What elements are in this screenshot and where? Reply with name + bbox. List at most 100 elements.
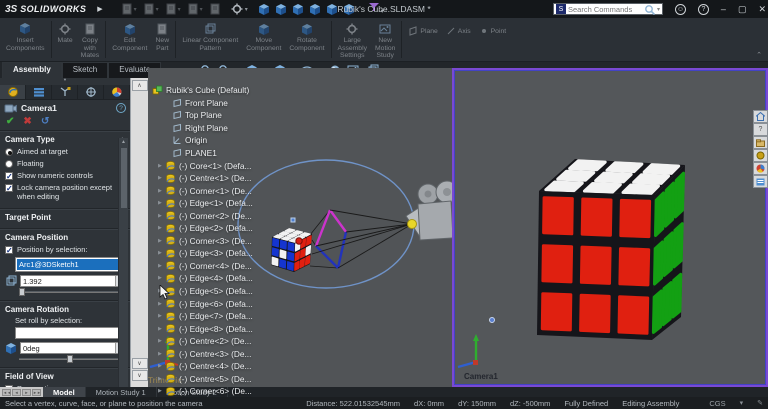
restore-button[interactable]: ▢ xyxy=(738,4,747,15)
plane-button[interactable]: Plane xyxy=(405,20,440,42)
roll-slider[interactable] xyxy=(19,355,123,363)
tree-item[interactable]: ▶ (-) Edge<1> (Defa... xyxy=(150,197,318,210)
checkbox-position-by-selection[interactable]: ✓Position by selection: xyxy=(5,245,125,254)
position-distance-spinner[interactable]: 1.392 ▲▼ xyxy=(20,275,125,287)
scroll-left-icon[interactable]: ◄ xyxy=(12,389,21,396)
expand-caret-icon[interactable]: ▶ xyxy=(158,313,165,319)
tab-assembly[interactable]: Assembly xyxy=(2,62,62,78)
axis-button[interactable]: Axis xyxy=(443,20,474,42)
viewport-camera1[interactable]: Camera1 xyxy=(452,68,768,387)
tree-item[interactable]: Origin xyxy=(150,134,318,147)
scroll-thumb[interactable] xyxy=(121,148,127,208)
custom-properties-tab[interactable] xyxy=(753,175,768,188)
options-button[interactable]: ▾ xyxy=(231,3,248,15)
position-selection-list[interactable]: Arc1@3DSketch1 xyxy=(15,257,125,272)
expand-caret-icon[interactable]: ▶ xyxy=(158,351,165,357)
tree-item[interactable]: ▶ (-) Edge<4> (Defa... xyxy=(150,272,318,285)
expand-caret-icon[interactable]: ▶ xyxy=(158,200,165,206)
section-header[interactable]: Field of View xyxy=(5,372,54,381)
tree-item[interactable]: Right Plane xyxy=(150,122,318,135)
tree-item[interactable]: ▶ (-) Corner<1> (De... xyxy=(150,184,318,197)
mate-button[interactable]: Mate xyxy=(55,20,76,46)
view-cube-icon-3[interactable] xyxy=(292,3,304,16)
expand-caret-icon[interactable]: ▶ xyxy=(158,326,165,332)
tree-item[interactable]: ▶ (-) Centre<2> (De... xyxy=(150,335,318,348)
expand-caret-icon[interactable]: ▶ xyxy=(158,238,165,244)
tree-item[interactable]: ▶ (-) Corner<6> (De... xyxy=(150,385,318,398)
expand-caret-icon[interactable]: ▶ xyxy=(158,301,165,307)
tab-motion-study-1[interactable]: Motion Study 1 xyxy=(86,387,157,397)
tree-item[interactable]: ▶ (-) Corner<4> (De... xyxy=(150,260,318,273)
ok-button[interactable]: ✔ xyxy=(6,116,14,127)
appearance-filter-button[interactable]: ▾ xyxy=(367,0,384,18)
view-cube-icon-6[interactable] xyxy=(343,3,355,16)
user-account-icon[interactable]: ☺ xyxy=(675,4,686,15)
tree-item[interactable]: ▶ (-) Edge<6> (Defa... xyxy=(150,297,318,310)
tree-item[interactable]: ▶ (-) Corner<2> (De... xyxy=(150,209,318,222)
search-icon[interactable] xyxy=(644,4,655,15)
view-cube-icon-4[interactable] xyxy=(309,3,321,16)
print-button[interactable]: ▾ xyxy=(165,3,181,15)
tree-item[interactable]: ▶ (-) Centre<4> (De... xyxy=(150,360,318,373)
panel-scroll-strip[interactable]: ∧ ∨ ∨ xyxy=(130,78,148,387)
section-header[interactable]: Target Point xyxy=(5,213,51,222)
strip-collapse-down-icon[interactable]: ∨ xyxy=(132,358,148,369)
new-part-button[interactable]: New Part xyxy=(152,20,172,53)
tab-sketch[interactable]: Sketch xyxy=(62,62,108,78)
tree-item[interactable]: ▶ (-) Core<1> (Defa... xyxy=(150,159,318,172)
scroll-right-icon[interactable]: ► xyxy=(22,389,31,396)
tab-dimxpert-manager[interactable] xyxy=(78,85,104,99)
tree-item[interactable]: PLANE1 xyxy=(150,147,318,160)
minimize-button[interactable]: – xyxy=(721,4,726,14)
ribbon-collapse-icon[interactable]: ⌃ xyxy=(756,51,762,59)
roll-angle-spinner[interactable]: 0deg ▲▼ xyxy=(20,342,125,354)
rebuild-button[interactable] xyxy=(209,3,221,15)
expand-caret-icon[interactable]: ▶ xyxy=(158,163,165,169)
edit-component-button[interactable]: Edit Component xyxy=(109,20,150,53)
search-commands-box[interactable]: S ▾ xyxy=(553,3,663,15)
radio-floating[interactable]: Floating xyxy=(5,159,125,168)
expand-caret-icon[interactable]: ▶ xyxy=(158,250,165,256)
tab-model[interactable]: Model xyxy=(43,387,86,397)
tree-item[interactable]: ▶ (-) Edge<7> (Defa... xyxy=(150,310,318,323)
menu-expand-arrow-icon[interactable]: ▶ xyxy=(97,5,102,13)
new-motion-study-button[interactable]: New Motion Study xyxy=(372,20,398,61)
expand-caret-icon[interactable]: ▶ xyxy=(158,188,165,194)
tab-feature-manager[interactable] xyxy=(26,85,52,99)
view-cube-icon-5[interactable] xyxy=(326,3,338,16)
tab-configuration-manager[interactable] xyxy=(52,85,78,99)
tab-display-manager[interactable] xyxy=(104,85,130,99)
tree-item[interactable]: ▶ (-) Edge<2> (Defa... xyxy=(150,222,318,235)
copy-with-mates-button[interactable]: Copy with Mates xyxy=(78,20,103,61)
view-cube-icon-2[interactable] xyxy=(275,3,287,16)
linear-component-pattern-button[interactable]: Linear Component Pattern xyxy=(179,20,241,53)
status-tag-icon[interactable]: ✎ xyxy=(757,399,763,407)
section-header[interactable]: Camera Type xyxy=(5,135,55,144)
panel-scrollbar[interactable]: ▲ xyxy=(118,138,128,387)
home-tab[interactable] xyxy=(753,110,768,123)
expand-caret-icon[interactable]: ▶ xyxy=(158,275,165,281)
large-assembly-settings-button[interactable]: Large Assembly Settings xyxy=(335,20,370,61)
panel-splitter-dot[interactable]: • xyxy=(0,78,130,85)
expand-caret-icon[interactable]: ▶ xyxy=(158,263,165,269)
move-component-button[interactable]: Move Component xyxy=(243,20,284,53)
scroll-last-icon[interactable]: ►► xyxy=(32,389,41,396)
rubiks-cube-model[interactable] xyxy=(537,159,685,340)
tree-item[interactable]: Top Plane xyxy=(150,109,318,122)
tree-item[interactable]: ▶ (-) Centre<1> (De... xyxy=(150,172,318,185)
undo-button[interactable]: ▾ xyxy=(187,3,203,15)
camera-position-point[interactable] xyxy=(408,220,417,229)
checkbox-lock-camera-position[interactable]: ✓Lock camera position except when editin… xyxy=(5,183,125,201)
toolbox-tab[interactable] xyxy=(753,149,768,162)
zoom-fit-cube-icon[interactable] xyxy=(258,3,270,16)
scroll-first-icon[interactable]: ◄◄ xyxy=(2,389,11,396)
expand-caret-icon[interactable]: ▶ xyxy=(158,175,165,181)
section-header[interactable]: Camera Position xyxy=(5,233,68,242)
save-button[interactable]: ▾ xyxy=(143,3,159,15)
insert-components-button[interactable]: Insert Components xyxy=(3,20,48,53)
close-button[interactable]: ✕ xyxy=(758,4,766,15)
checkbox-show-numeric-controls[interactable]: ✓Show numeric controls xyxy=(5,171,125,180)
expand-caret-icon[interactable]: ▶ xyxy=(158,213,165,219)
search-input[interactable] xyxy=(568,5,644,14)
tree-item[interactable]: ▶ (-) Edge<5> (Defa... xyxy=(150,285,318,298)
